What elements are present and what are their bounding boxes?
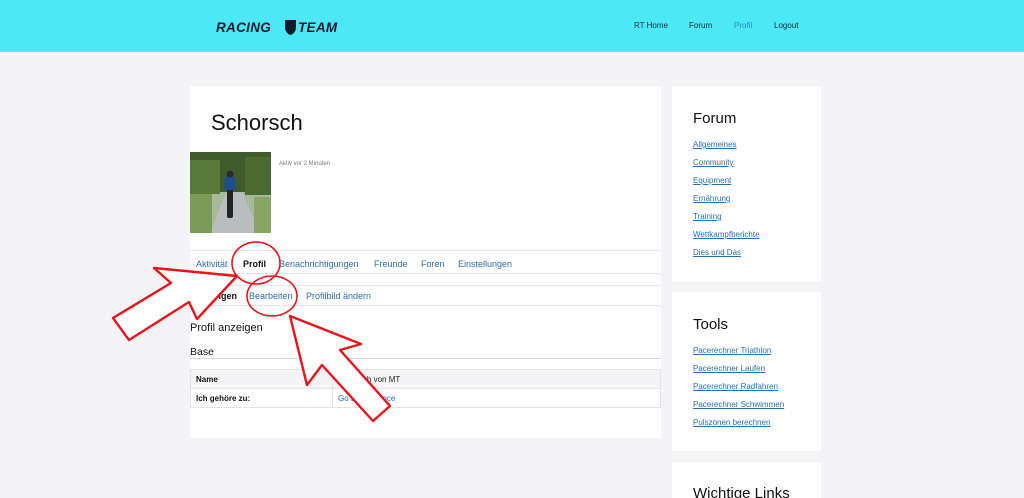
cyclist-photo-icon <box>190 152 271 233</box>
nav-logout[interactable]: Logout <box>774 21 798 30</box>
sidebar-tools-title: Tools <box>693 316 729 333</box>
sidebar-links-box: Wichtige Links <box>672 462 821 498</box>
forum-link-community[interactable]: Community <box>693 158 733 167</box>
profile-name: Schorsch <box>211 110 303 135</box>
profile-tabs: Aktivität Profil Benachrichtigungen Freu… <box>190 250 661 274</box>
tools-link-pacerechner-laufen[interactable]: Pacerechner Laufen <box>693 364 765 373</box>
last-active-text: Aktiv vor 2 Minuten <box>279 161 331 167</box>
forum-link-dies-und-das[interactable]: Dies und Das <box>693 248 741 257</box>
tab-profil[interactable]: Profil <box>243 259 266 269</box>
forum-link-ernaehrung[interactable]: Ernährung <box>693 194 730 203</box>
field-label: Name <box>190 369 333 389</box>
tab-einstellungen[interactable]: Einstellungen <box>458 259 512 269</box>
forum-link-wettkampfberichte[interactable]: Wettkampfberichte <box>693 230 760 239</box>
forum-link-equipment[interactable]: Equipment <box>693 176 731 185</box>
sidebar-tools-box: Tools Pacerechner Triathlon Pacerechner … <box>672 292 821 451</box>
nav-rt-home[interactable]: RT Home <box>634 21 668 30</box>
forum-link-allgemeines[interactable]: Allgemeines <box>693 140 737 149</box>
forum-link-training[interactable]: Training <box>693 212 722 221</box>
tab-benachrichtigungen[interactable]: Benachrichtigungen <box>279 259 359 269</box>
sidebar-forum-title: Forum <box>693 110 737 127</box>
profile-subtabs: Anzeigen Bearbeiten Profilbild ändern <box>190 285 661 306</box>
tools-link-pacerechner-radfahren[interactable]: Pacerechner Radfahren <box>693 382 778 391</box>
field-value-link[interactable]: Go the Distance <box>332 388 661 408</box>
section-heading-base: Base <box>190 346 214 358</box>
field-label: Ich gehöre zu: <box>190 388 333 408</box>
profile-card: Schorsch Aktiv vor 2 Minuten Aktivität P… <box>190 86 661 438</box>
racing-team-logo[interactable]: RACING TEAM <box>216 17 350 37</box>
tab-freunde[interactable]: Freunde <box>374 259 408 269</box>
svg-text:TEAM: TEAM <box>298 20 338 35</box>
top-header: RACING TEAM RT Home Forum Profil Logout <box>0 0 1024 52</box>
profile-fields-table: Name Schorsch von MT Ich gehöre zu: Go t… <box>190 369 661 408</box>
subtab-anzeigen[interactable]: Anzeigen <box>197 291 237 301</box>
tools-link-pacerechner-triathlon[interactable]: Pacerechner Triathlon <box>693 346 771 355</box>
sidebar-links-title: Wichtige Links <box>693 485 790 498</box>
table-row: Ich gehöre zu: Go the Distance <box>190 388 661 408</box>
avatar[interactable] <box>190 152 271 233</box>
subtab-bearbeiten[interactable]: Bearbeiten <box>249 291 293 301</box>
sidebar-forum-box: Forum Allgemeines Community Equipment Er… <box>672 86 821 282</box>
profile-view-heading: Profil anzeigen <box>190 322 263 334</box>
tab-foren[interactable]: Foren <box>421 259 445 269</box>
nav-profil[interactable]: Profil <box>734 21 752 30</box>
tools-link-pulszonen-berechnen[interactable]: Pulszonen berechnen <box>693 418 770 427</box>
nav-forum[interactable]: Forum <box>689 21 712 30</box>
subtab-profilbild-aendern[interactable]: Profilbild ändern <box>306 291 371 301</box>
field-value: Schorsch von MT <box>332 369 661 389</box>
table-row: Name Schorsch von MT <box>190 369 661 389</box>
section-divider <box>190 358 661 359</box>
tools-link-pacerechner-schwimmen[interactable]: Pacerechner Schwimmen <box>693 400 784 409</box>
svg-text:RACING: RACING <box>216 20 271 35</box>
tab-aktivitaet[interactable]: Aktivität <box>196 259 228 269</box>
